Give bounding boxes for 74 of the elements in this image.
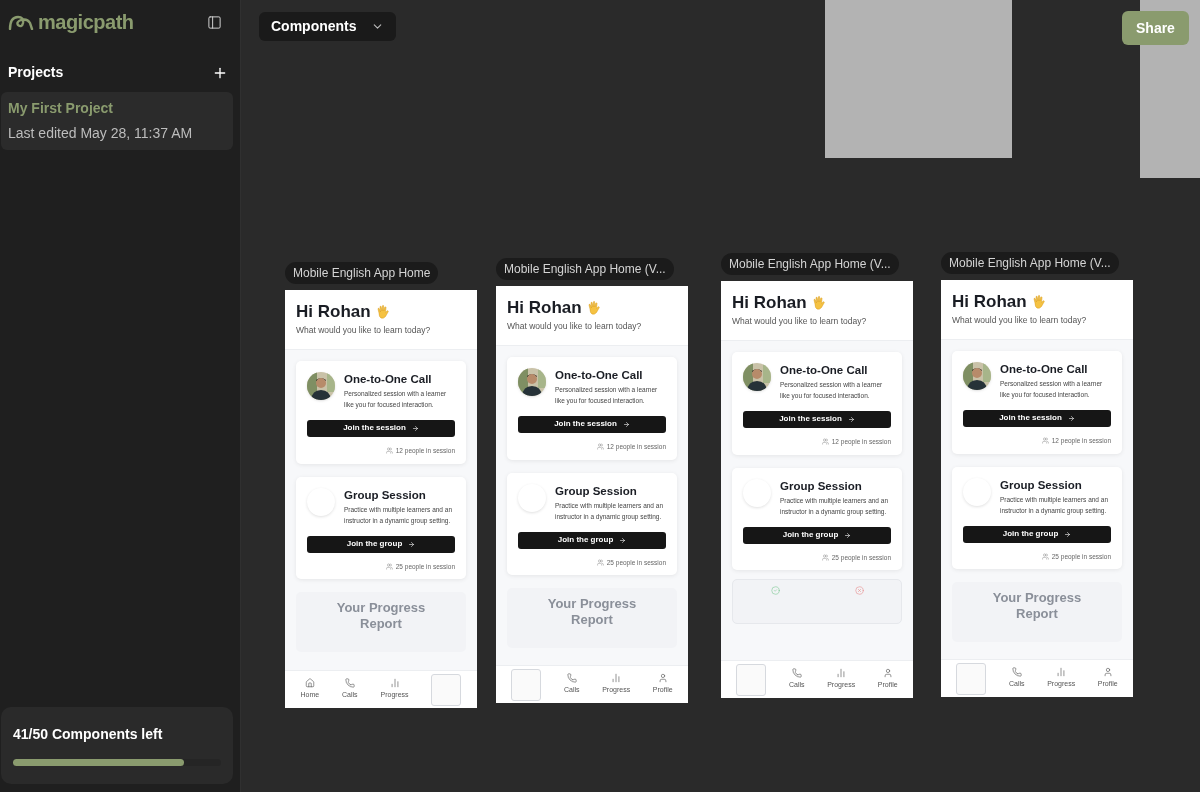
phone-icon [791,668,802,679]
project-subtitle: Last edited May 28, 11:37 AM [8,124,194,143]
people-icon [596,558,604,566]
people-icon [821,553,829,561]
greeting-subtitle: What would you like to learn today? [952,314,1088,327]
arrow-right-icon [622,420,630,428]
people-icon [1041,552,1049,560]
people-icon [1041,437,1049,445]
phone-icon [344,678,355,689]
projects-heading: Projects [8,63,64,82]
card-title: One-to-One Call [555,367,644,382]
project-item[interactable]: My First Project Last edited May 28, 11:37 AM [1,92,233,150]
project-name: My First Project [8,99,115,118]
waving-hand-icon [810,295,827,311]
join-button[interactable]: Join the group [307,535,455,553]
card-title: Group Session [1000,477,1083,492]
people-icon [385,562,393,570]
bar-chart-icon [836,668,847,679]
phone-icon [1011,667,1022,678]
quota-text: 41/50 Components left [13,725,164,744]
frame-label[interactable]: Mobile English App Home (V... [496,258,674,280]
components-dropdown[interactable]: Components [259,12,396,41]
phone-icon [566,673,577,684]
card-title: Group Session [780,478,863,493]
card-title: Group Session [344,487,427,502]
people-icon [385,447,393,455]
card-title: One-to-One Call [1000,361,1089,376]
arrow-right-icon [844,531,852,539]
user-icon [657,673,668,684]
logo-text: magicpath [38,12,134,32]
progress-title: Your Progress Report [991,590,1083,624]
arrow-right-icon [1064,530,1072,538]
bar-chart-icon [1056,667,1067,678]
join-button[interactable]: Join the group [518,531,666,549]
greeting-title: Hi Rohan [952,292,1027,312]
bar-chart-icon [611,673,622,684]
join-button[interactable]: Join the session [963,409,1111,427]
user-icon [882,668,893,679]
arrow-right-icon [619,536,627,544]
arrow-right-icon [411,424,419,432]
greeting-subtitle: What would you like to learn today? [732,315,868,328]
waving-hand-icon [374,304,391,320]
arrow-right-icon [408,540,416,548]
join-button[interactable]: Join the session [743,410,891,428]
sidebar-toggle-icon[interactable] [207,14,222,30]
logo-icon [8,14,34,30]
waving-hand-icon [585,300,602,316]
frame-label[interactable]: Mobile English App Home (V... [941,252,1119,274]
greeting-title: Hi Rohan [296,302,371,322]
people-icon [821,438,829,446]
waving-hand-icon [1030,294,1047,310]
check-circle-icon [770,586,780,596]
greeting-subtitle: What would you like to learn today? [507,320,643,333]
arrow-right-icon [1067,414,1075,422]
card-title: One-to-One Call [780,362,869,377]
user-icon [1102,667,1113,678]
greeting-title: Hi Rohan [732,293,807,313]
join-button[interactable]: Join the session [307,419,455,437]
card-title: One-to-One Call [344,371,433,386]
join-button[interactable]: Join the session [518,415,666,433]
frame-label[interactable]: Mobile English App Home (V... [721,253,899,275]
frame-label[interactable]: Mobile English App Home [285,262,439,284]
bar-chart-icon [389,678,400,689]
progress-title: Your Progress Report [546,596,638,630]
arrow-right-icon [847,415,855,423]
join-button[interactable]: Join the group [743,526,891,544]
x-circle-icon [854,586,864,596]
progress-title: Your Progress Report [335,600,427,634]
join-button[interactable]: Join the group [963,525,1111,543]
people-icon [596,443,604,451]
greeting-subtitle: What would you like to learn today? [296,324,432,337]
home-icon [304,678,315,689]
greeting-title: Hi Rohan [507,298,582,318]
card-title: Group Session [555,483,638,498]
